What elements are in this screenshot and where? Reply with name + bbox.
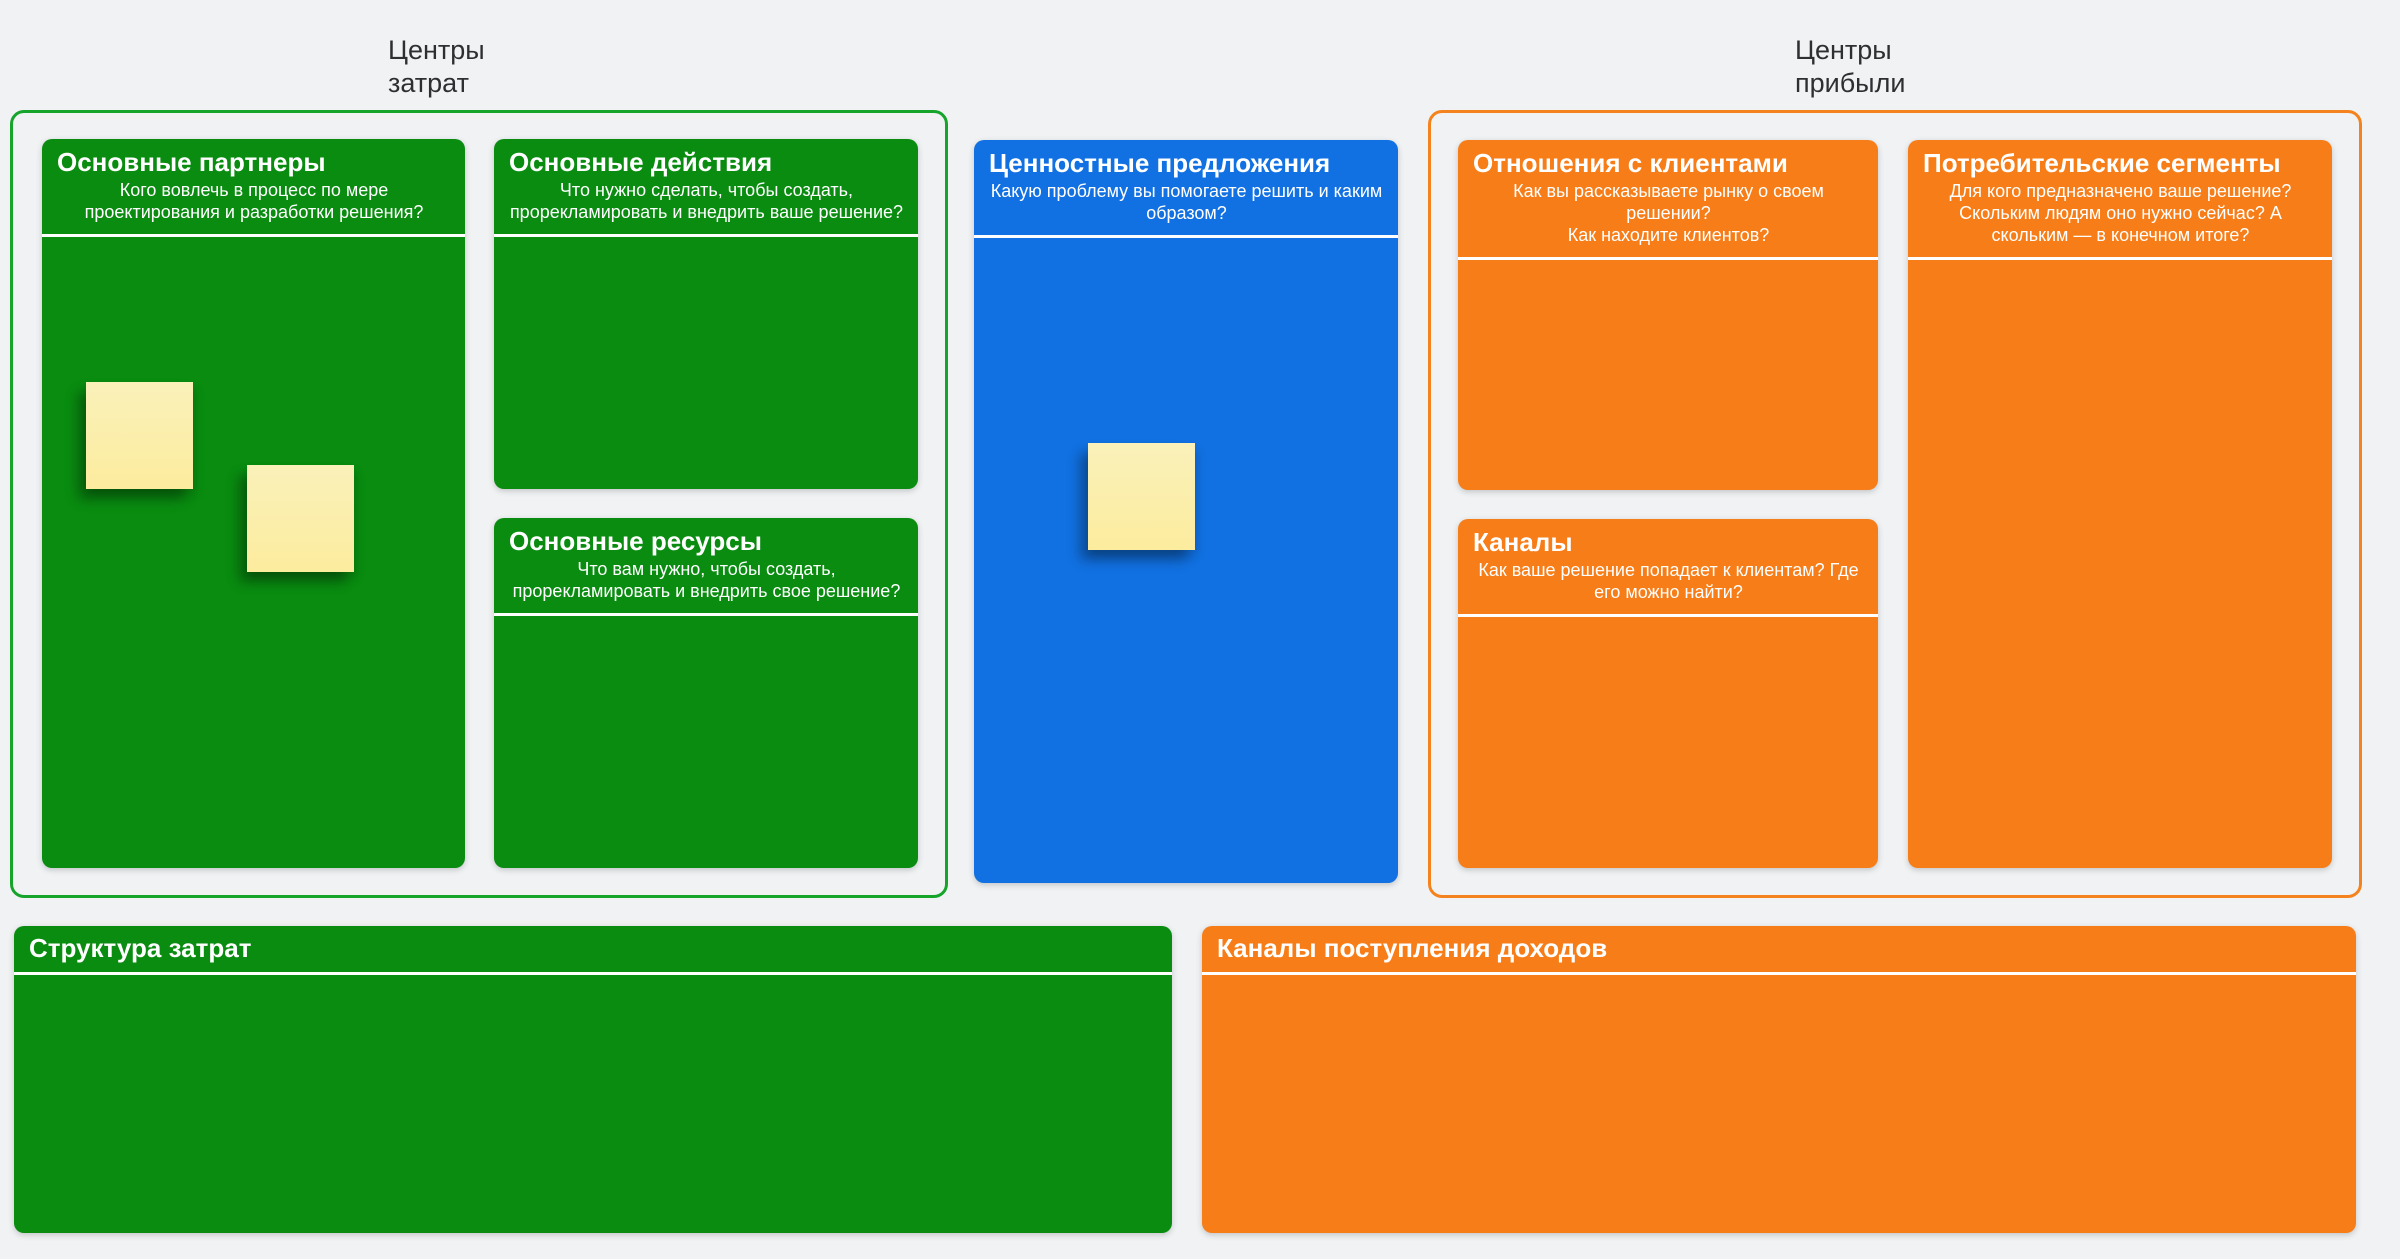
card-channels[interactable]: Каналы Как ваше решение попадает к клиен…: [1458, 519, 1878, 868]
sticky-note[interactable]: [86, 382, 193, 489]
card-subtitle: Как вы рассказываете рынку о своем решен…: [1473, 181, 1864, 247]
card-subtitle: Для кого предназначено ваше решение? Ско…: [1923, 181, 2318, 247]
card-header: Ценностные предложения Какую проблему вы…: [974, 140, 1398, 238]
card-key-activities[interactable]: Основные действия Что нужно сделать, что…: [494, 139, 918, 489]
card-header: Отношения с клиентами Как вы рассказывае…: [1458, 140, 1878, 260]
sticky-note[interactable]: [247, 465, 354, 572]
card-revenue-streams[interactable]: Каналы поступления доходов: [1202, 926, 2356, 1233]
card-header: Каналы поступления доходов: [1202, 926, 2356, 975]
card-title: Каналы поступления доходов: [1217, 934, 2342, 964]
card-subtitle: Кого вовлечь в процесс по мере проектиро…: [57, 180, 451, 224]
cost-centers-label: Центры затрат: [388, 34, 485, 100]
card-header: Основные ресурсы Что вам нужно, чтобы со…: [494, 518, 918, 616]
card-key-partners[interactable]: Основные партнеры Кого вовлечь в процесс…: [42, 139, 465, 868]
card-key-resources[interactable]: Основные ресурсы Что вам нужно, чтобы со…: [494, 518, 918, 868]
card-header: Структура затрат: [14, 926, 1172, 975]
card-title: Каналы: [1473, 528, 1864, 558]
card-subtitle: Что нужно сделать, чтобы создать, прорек…: [509, 180, 904, 224]
whiteboard-canvas: Центры затрат Центры прибыли Основные па…: [0, 0, 2400, 1259]
profit-centers-label: Центры прибыли: [1795, 34, 1905, 100]
card-title: Отношения с клиентами: [1473, 149, 1864, 179]
card-value-propositions[interactable]: Ценностные предложения Какую проблему вы…: [974, 140, 1398, 883]
card-subtitle: Как ваше решение попадает к клиентам? Гд…: [1473, 560, 1864, 604]
card-customer-segments[interactable]: Потребительские сегменты Для кого предна…: [1908, 140, 2332, 868]
card-title: Основные ресурсы: [509, 527, 904, 557]
card-title: Структура затрат: [29, 934, 1158, 964]
sticky-note[interactable]: [1088, 443, 1195, 550]
card-subtitle: Что вам нужно, чтобы создать, прореклами…: [509, 559, 904, 603]
card-cost-structure[interactable]: Структура затрат: [14, 926, 1172, 1233]
card-header: Потребительские сегменты Для кого предна…: [1908, 140, 2332, 260]
card-title: Ценностные предложения: [989, 149, 1384, 179]
card-header: Основные партнеры Кого вовлечь в процесс…: [42, 139, 465, 237]
card-header: Основные действия Что нужно сделать, что…: [494, 139, 918, 237]
card-title: Основные партнеры: [57, 148, 451, 178]
card-customer-relationships[interactable]: Отношения с клиентами Как вы рассказывае…: [1458, 140, 1878, 490]
card-subtitle: Какую проблему вы помогаете решить и как…: [989, 181, 1384, 225]
card-title: Основные действия: [509, 148, 904, 178]
card-header: Каналы Как ваше решение попадает к клиен…: [1458, 519, 1878, 617]
card-title: Потребительские сегменты: [1923, 149, 2318, 179]
